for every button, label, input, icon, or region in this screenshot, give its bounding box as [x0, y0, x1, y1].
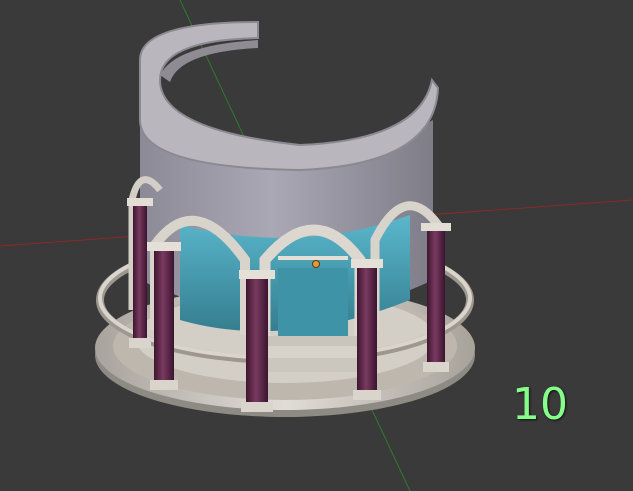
frame-number-overlay: 10	[512, 379, 568, 430]
crown-band[interactable]	[139, 20, 440, 172]
object-origin-marker[interactable]	[312, 260, 320, 268]
entrance-steps[interactable]	[256, 336, 372, 372]
3d-viewport[interactable]: 10	[0, 0, 633, 491]
